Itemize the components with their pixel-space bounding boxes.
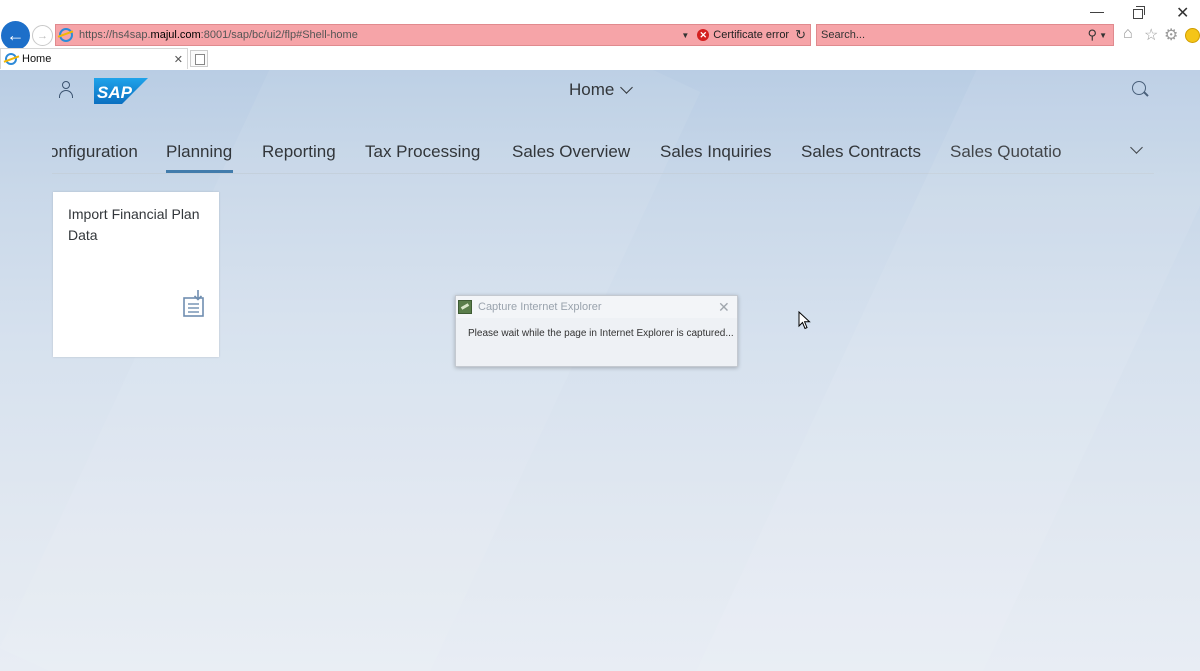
search-placeholder: Search... [821,29,866,41]
sap-logo: SAP [94,78,148,104]
browser-tab-home[interactable]: Home ✕ [0,48,188,69]
search-icon[interactable] [1132,81,1146,95]
mouse-cursor-icon [798,310,811,330]
anchor-item-sales-quotations[interactable]: Sales Quotatio [950,142,1062,162]
anchor-overflow-chevron-icon[interactable] [1130,141,1143,154]
capture-dialog: Capture Internet Explorer ✕ Please wait … [455,295,738,367]
anchor-item-sales-inquiries[interactable]: Sales Inquiries [660,142,772,162]
shell-title-menu[interactable]: Home [569,80,634,100]
tab-label: Home [22,53,52,65]
close-window-icon[interactable]: ✕ [1176,3,1189,23]
anchor-item-planning[interactable]: Planning [166,142,232,162]
arrow-left-icon: ← [6,25,25,45]
search-dropdown-icon[interactable]: ▼ [1099,31,1107,40]
ie-tab-icon [5,53,17,65]
anchor-item-tax-processing[interactable]: Tax Processing [365,142,480,162]
selected-indicator [166,170,233,173]
certificate-error-label[interactable]: Certificate error [713,29,789,41]
import-document-icon [182,290,206,318]
refresh-icon[interactable]: ↻ [795,27,806,43]
new-tab-button[interactable] [190,50,208,67]
forward-button[interactable]: → [32,25,53,46]
minimize-icon[interactable]: — [1090,3,1104,19]
ie-page-icon [59,28,73,42]
anchor-item-configuration[interactable]: onfiguration [52,142,138,162]
certificate-error-icon[interactable]: ✕ [697,29,710,41]
browser-chrome: — ✕ ← → https://hs4sap.majul.com:8001/sa… [0,0,1200,70]
user-icon[interactable] [58,81,74,99]
home-icon[interactable]: ⌂ [1123,25,1133,43]
dialog-titlebar[interactable]: Capture Internet Explorer [456,296,737,318]
feedback-smiley-icon[interactable] [1185,28,1200,43]
dialog-title: Capture Internet Explorer [478,301,602,313]
capture-app-icon [458,300,472,314]
svg-text:SAP: SAP [97,83,133,102]
gear-icon[interactable]: ⚙ [1164,25,1178,45]
anchor-item-sales-overview[interactable]: Sales Overview [512,142,630,162]
anchor-item-reporting[interactable]: Reporting [262,142,336,162]
search-icon[interactable]: ⚲ [1088,27,1098,43]
dialog-message: Please wait while the page in Internet E… [468,328,734,339]
close-icon[interactable]: ✕ [718,299,730,316]
browser-search-input[interactable]: Search... ⚲ ▼ [816,24,1114,46]
restore-icon[interactable] [1133,6,1145,19]
launchpad-content: SAP Home onfiguration Planning Reporting… [0,70,1200,671]
favorites-star-icon[interactable]: ☆ [1144,25,1158,45]
chevron-down-icon [620,81,634,94]
address-bar[interactable]: https://hs4sap.majul.com:8001/sap/bc/ui2… [55,24,811,46]
anchor-navigation-bar: onfiguration Planning Reporting Tax Proc… [52,133,1154,174]
back-button[interactable]: ← [1,21,30,50]
tab-close-icon[interactable]: ✕ [174,53,183,66]
url-text[interactable]: https://hs4sap.majul.com:8001/sap/bc/ui2… [79,29,358,41]
tile-import-financial-plan-data[interactable]: Import Financial Plan Data [53,192,219,357]
tile-title: Import Financial Plan Data [68,206,200,243]
anchor-item-sales-contracts[interactable]: Sales Contracts [801,142,921,162]
arrow-right-icon: → [37,29,48,42]
address-dropdown-icon[interactable]: ▼ [681,31,689,40]
shell-title: Home [569,80,615,99]
